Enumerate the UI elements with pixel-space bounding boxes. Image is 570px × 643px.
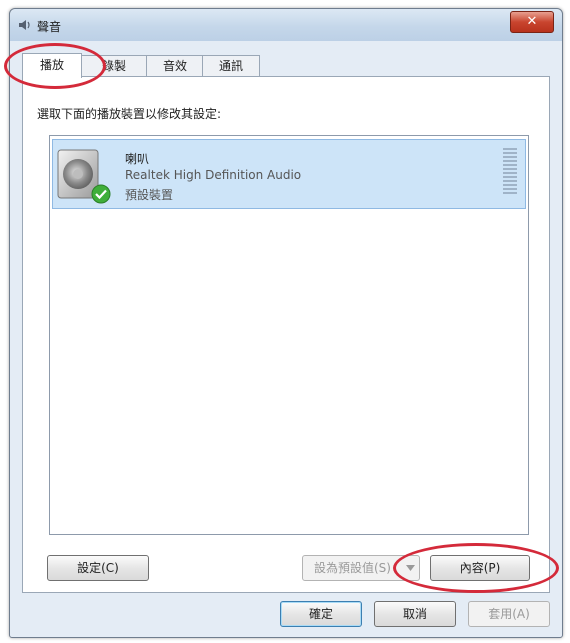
cancel-button[interactable]: 取消 — [374, 601, 456, 627]
device-description: Realtek High Definition Audio — [125, 168, 302, 182]
chevron-down-icon — [406, 565, 415, 571]
checkmark-icon — [91, 184, 111, 204]
speaker-icon — [19, 20, 30, 30]
window-title: 聲音 — [37, 20, 62, 34]
title-bar[interactable]: 聲音 ✕ — [10, 9, 562, 41]
sound-dialog: 聲音 ✕ 播放 錄製 音效 通訊 選取下面的播放裝置以修改其設定: 喇叭 Rea… — [9, 8, 563, 638]
device-list[interactable]: 喇叭 Realtek High Definition Audio 預設裝置 — [49, 135, 529, 535]
device-item-speaker[interactable]: 喇叭 Realtek High Definition Audio 預設裝置 — [52, 139, 526, 209]
device-status: 預設裝置 — [125, 188, 174, 202]
tab-sounds[interactable]: 音效 — [146, 55, 204, 76]
volume-level-meter — [503, 148, 517, 196]
set-default-button[interactable]: 設為預設值(S) — [302, 555, 403, 581]
close-button[interactable]: ✕ — [510, 11, 554, 33]
configure-button[interactable]: 設定(C) — [47, 555, 149, 581]
device-name: 喇叭 — [125, 152, 150, 166]
tab-panel: 選取下面的播放裝置以修改其設定: 喇叭 Realtek High Definit… — [22, 76, 550, 593]
tab-playback[interactable]: 播放 — [22, 53, 82, 78]
properties-button[interactable]: 內容(P) — [430, 555, 530, 581]
ok-button[interactable]: 確定 — [280, 601, 362, 627]
instruction-text: 選取下面的播放裝置以修改其設定: — [37, 107, 222, 121]
tab-communications[interactable]: 通訊 — [202, 55, 260, 76]
close-icon: ✕ — [526, 14, 538, 29]
set-default-dropdown[interactable] — [402, 555, 420, 581]
apply-button[interactable]: 套用(A) — [468, 601, 550, 627]
tab-recording[interactable]: 錄製 — [80, 55, 148, 76]
